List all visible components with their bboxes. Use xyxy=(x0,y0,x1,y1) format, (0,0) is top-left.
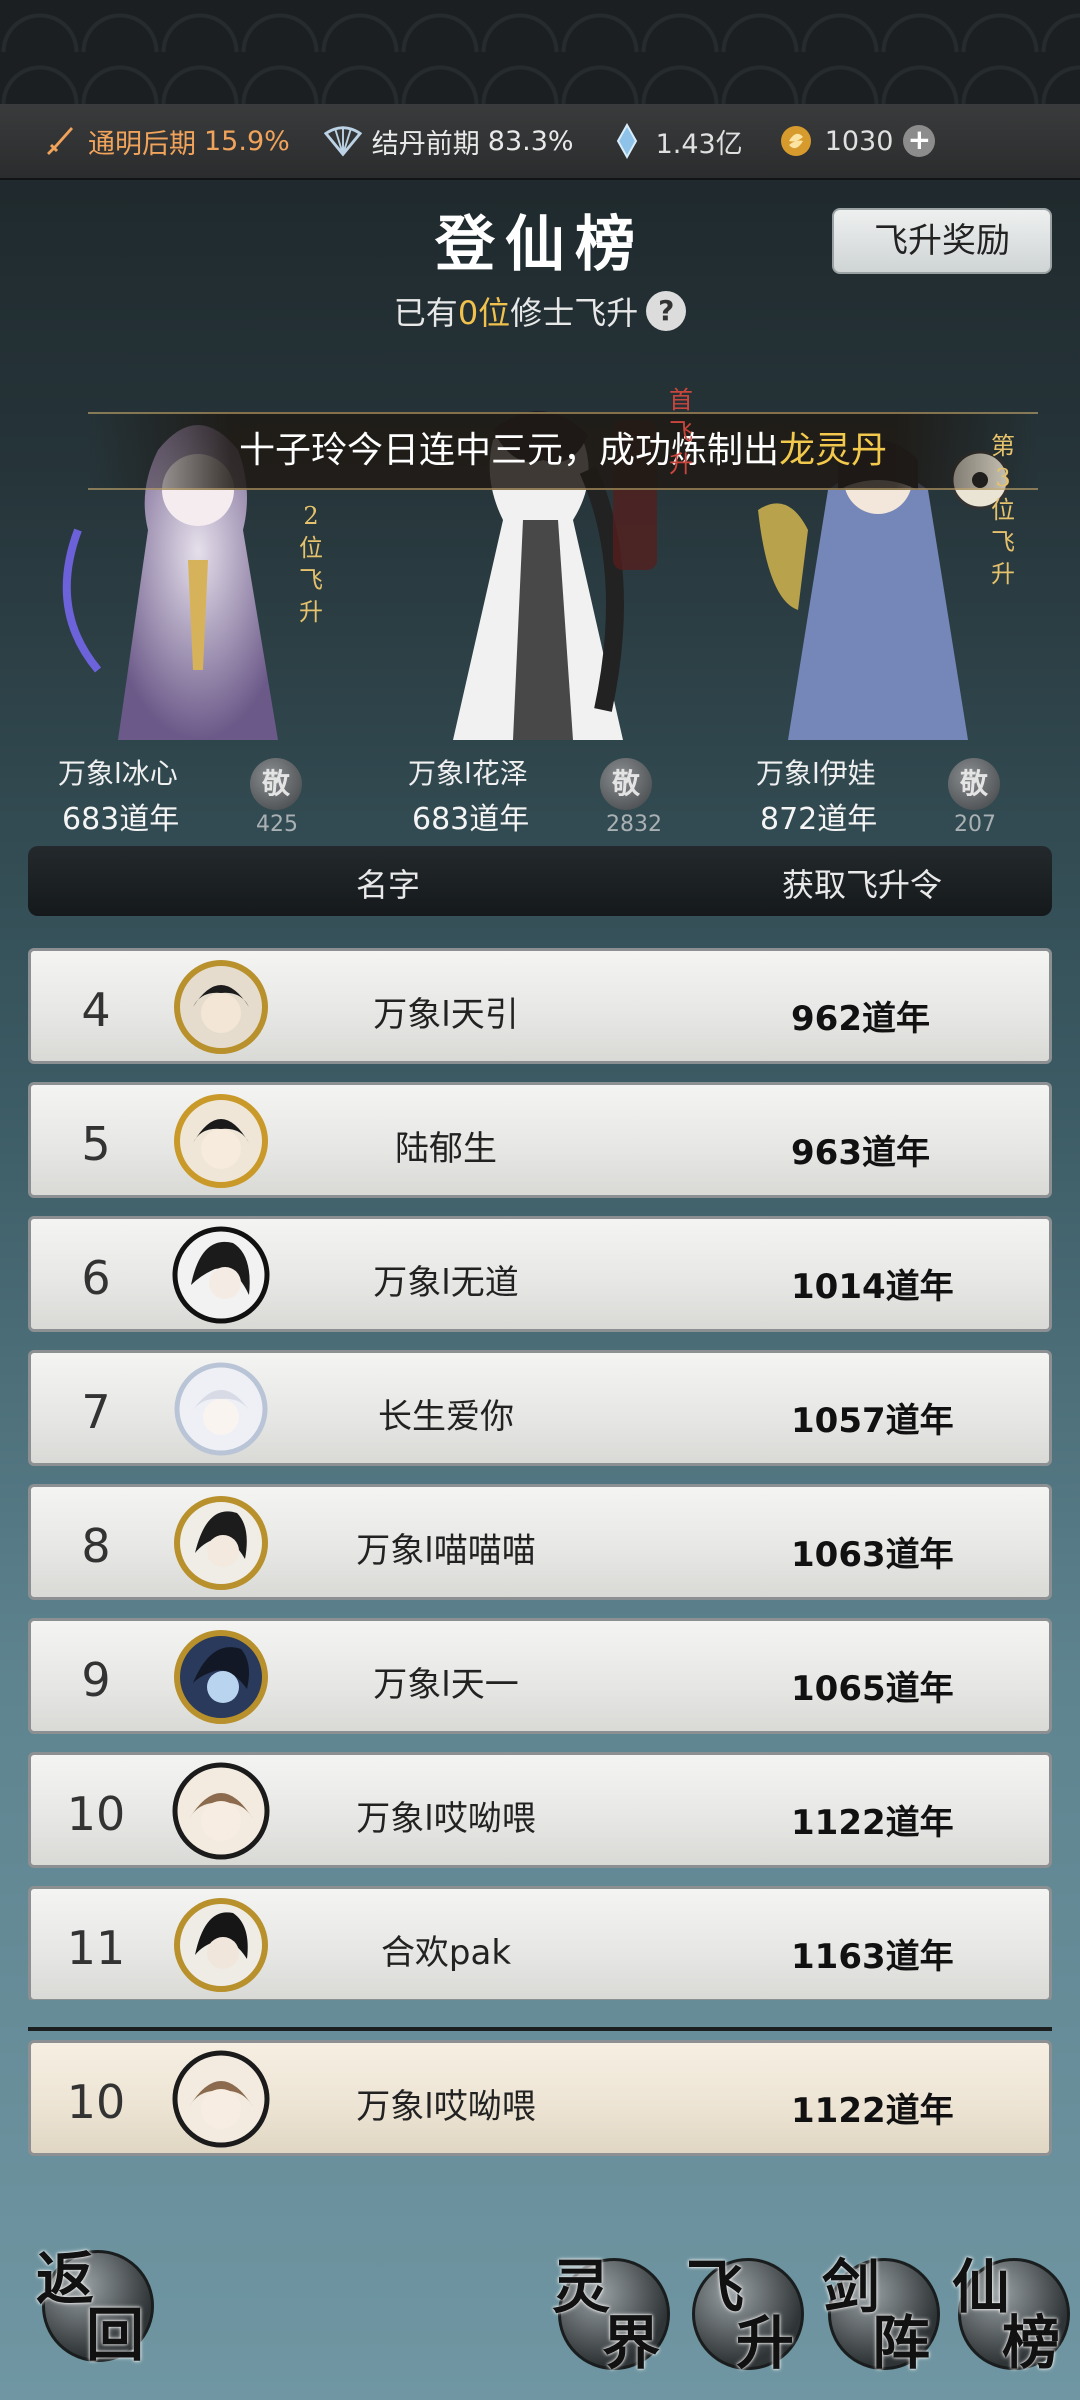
my-rank-row[interactable]: 10 万象l哎呦喂 1122道年 xyxy=(28,2040,1052,2156)
top-decor-band xyxy=(0,0,1080,104)
back-button[interactable]: 返 回 xyxy=(30,2232,170,2382)
avatar[interactable] xyxy=(171,1493,271,1593)
table-row[interactable]: 5 陆郁生 963道年 xyxy=(28,1082,1052,1198)
table-row[interactable]: 6 万象l无道 1014道年 xyxy=(28,1216,1052,1332)
avatar[interactable] xyxy=(171,1225,271,1325)
realm-sub-status[interactable]: 结丹前期 83.3% xyxy=(323,122,574,161)
announcement-banner: 十子玲今日连中三元，成功炼制出龙灵丹 xyxy=(88,412,1038,490)
avatar[interactable] xyxy=(171,2049,271,2149)
ascended-count: 已有 0位 修士飞升 ? xyxy=(0,288,1080,334)
spirit-stone-counter[interactable]: 1.43亿 xyxy=(608,122,743,161)
rank-3-info: 万象l伊娃 872道年 敬 207 xyxy=(726,742,1056,838)
top-three-podium: 十子玲今日连中三元，成功炼制出龙灵丹 2位飞升 首飞升 第3位飞升 万象l冰心 … xyxy=(28,360,1052,860)
ascension-reward-button[interactable]: 飞升奖励 xyxy=(832,208,1052,274)
column-header-name: 名字 xyxy=(356,866,421,904)
fan-icon xyxy=(323,122,362,160)
rank-1-info: 万象l花泽 683道年 敬 2832 xyxy=(408,757,662,837)
help-button[interactable]: ? xyxy=(646,291,687,331)
avatar[interactable] xyxy=(171,1761,271,1861)
currency-counter[interactable]: 1030 + xyxy=(777,122,936,160)
tab-spirit-realm[interactable]: 灵 界 xyxy=(546,2240,674,2380)
tab-immortal-ranking[interactable]: 仙 榜 xyxy=(946,2240,1074,2380)
crystal-icon xyxy=(608,122,646,160)
table-row[interactable]: 9 万象l天一 1065道年 xyxy=(28,1618,1052,1734)
table-row[interactable]: 8 万象l喵喵喵 1063道年 xyxy=(28,1484,1052,1600)
respect-button[interactable]: 敬 xyxy=(250,758,302,810)
resource-bar: 通明后期 15.9% 结丹前期 83.3% 1.43亿 1030 + xyxy=(0,104,1080,180)
avatar[interactable] xyxy=(171,1359,271,1459)
tab-ascension[interactable]: 飞 升 xyxy=(680,2240,808,2380)
table-row[interactable]: 7 长生爱你 1057道年 xyxy=(28,1350,1052,1466)
rank-3-tag: 第3位飞升 xyxy=(991,432,1015,588)
avatar[interactable] xyxy=(171,1091,271,1191)
sword-icon xyxy=(40,122,78,160)
ranking-table-header: 名字 获取飞升令 xyxy=(28,846,1052,916)
add-currency-button[interactable]: + xyxy=(903,125,936,157)
tab-sword-array[interactable]: 剑 阵 xyxy=(816,2240,944,2380)
avatar[interactable] xyxy=(171,957,271,1057)
rank-2-tag: 2位飞升 xyxy=(299,502,323,626)
column-header-token: 获取飞升令 xyxy=(782,866,943,904)
respect-button[interactable]: 敬 xyxy=(948,758,1000,810)
table-row[interactable]: 11 合欢pak 1163道年 xyxy=(28,1886,1052,2000)
avatar[interactable] xyxy=(171,1627,271,1727)
rank-2-info: 万象l冰心 683道年 敬 425 xyxy=(28,742,358,838)
ranking-list[interactable]: 4 万象l天引 962道年 5 陆郁生 963道年 6 万象l无道 1014道年… xyxy=(28,948,1052,2000)
table-row[interactable]: 10 万象l哎呦喂 1122道年 xyxy=(28,1752,1052,1868)
self-rank-divider xyxy=(28,2027,1052,2031)
rank-1-tag: 首飞升 xyxy=(669,386,693,478)
realm-main-status[interactable]: 通明后期 15.9% xyxy=(40,122,290,161)
coin-icon xyxy=(777,122,815,160)
table-row[interactable]: 4 万象l天引 962道年 xyxy=(28,948,1052,1064)
avatar[interactable] xyxy=(171,1895,271,1995)
respect-button[interactable]: 敬 xyxy=(600,758,652,810)
